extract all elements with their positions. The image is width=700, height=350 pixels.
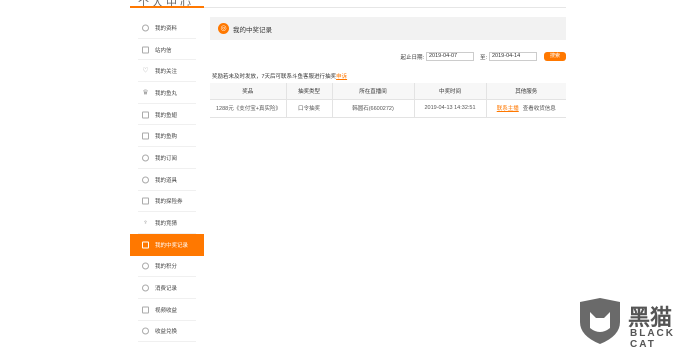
header-accent-bar: [130, 6, 204, 8]
table-row: 1288元《支付宝+真实险》 口令抽奖 韩圆石(6600272) 2019-04…: [210, 99, 566, 118]
sidebar-item-points[interactable]: 我的积分: [130, 256, 204, 278]
date-filter: 起止日期: 2019-04-07 至: 2019-04-14 搜索: [400, 52, 566, 61]
end-date-label: 至:: [479, 54, 487, 61]
sidebar-item-fins[interactable]: 我的鱼翅: [130, 104, 204, 126]
prize-records-table: 奖品 抽奖类型 所在直播间 中奖时间 其他服务 1288元《支付宝+真实险》 口…: [210, 83, 566, 118]
sidebar-item-guess[interactable]: ♆ 我的竞猜: [130, 212, 204, 234]
notice-text: 奖励若未及时发放，7天后可联系斗鱼客服进行抽奖申诉: [212, 72, 347, 80]
sidebar-item-messages[interactable]: 站内信: [130, 39, 204, 61]
sidebar-item-shopping[interactable]: 我的鱼购: [130, 125, 204, 148]
sidebar-item-fishballs[interactable]: ♛ 我的鱼丸: [130, 82, 204, 104]
heart-icon: ♡: [142, 67, 149, 75]
mail-icon: [142, 46, 149, 54]
main-content: ◎ 我的中奖记录 起止日期: 2019-04-07 至: 2019-04-14 …: [210, 17, 566, 118]
blackcat-watermark: 黑猫 BLACK CAT: [576, 298, 696, 350]
cell-service: 联系主播 查看收货信息: [485, 99, 566, 118]
sidebar-item-video-income[interactable]: 视频收益: [130, 299, 204, 321]
sidebar: 我的资料 站内信 ♡ 我的关注 ♛ 我的鱼丸 我的鱼翅 我的鱼购 我的订阅 我的道具…: [130, 17, 204, 343]
sidebar-item-subscriptions[interactable]: 我的订阅: [130, 147, 204, 169]
sidebar-item-label: 收益兑换: [155, 329, 178, 336]
sidebar-item-label: 我的道具: [155, 177, 178, 184]
sidebar-item-consumption[interactable]: 消费记录: [130, 277, 204, 299]
cell-time: 2019-04-13 14:32:51: [413, 99, 486, 118]
user-icon: [142, 24, 149, 32]
column-header-time: 中奖时间: [413, 83, 486, 100]
appeal-link[interactable]: 申诉: [336, 74, 347, 80]
page-title: 我的中奖记录: [233, 26, 272, 34]
sidebar-item-label: 消费记录: [155, 286, 178, 293]
end-date-input[interactable]: 2019-04-14: [489, 52, 537, 61]
search-button[interactable]: 搜索: [544, 52, 566, 61]
cell-prize: 1288元《支付宝+真实险》: [210, 99, 286, 118]
sidebar-item-label: 我的鱼翅: [155, 112, 178, 119]
watermark-logo-en: BLACK CAT: [630, 328, 675, 350]
sidebar-item-items[interactable]: 我的道具: [130, 169, 204, 191]
trophy-icon: ♆: [142, 219, 149, 227]
column-header-prize: 奖品: [210, 83, 286, 100]
sidebar-item-tickets[interactable]: 我的探险券: [130, 191, 204, 213]
blackcat-shield-icon: [580, 298, 620, 344]
sidebar-item-label: 我的鱼购: [155, 134, 178, 141]
start-date-input[interactable]: 2019-04-07: [425, 52, 474, 61]
page-header-strip: 个人中心: [130, 0, 566, 9]
table-header-row: 奖品 抽奖类型 所在直播间 中奖时间 其他服务: [210, 83, 566, 100]
video-icon: [142, 306, 149, 314]
sidebar-item-prize-records[interactable]: 我的中奖记录: [130, 233, 204, 256]
sidebar-item-label: 站内信: [155, 47, 172, 54]
sidebar-item-label: 我的鱼丸: [155, 90, 178, 97]
start-date-label: 起止日期:: [400, 54, 424, 61]
sidebar-item-label: 我的中奖记录: [155, 242, 189, 249]
cell-type: 口令抽奖: [285, 99, 332, 118]
page-header-title: 个人中心: [138, 0, 194, 9]
record-icon: [142, 284, 149, 292]
sidebar-item-label: 我的资料: [155, 25, 178, 32]
sidebar-item-label: 我的积分: [155, 264, 178, 271]
bag-icon: [142, 132, 149, 140]
notice-message: 奖励若未及时发放，7天后可联系斗鱼客服进行抽奖: [212, 74, 337, 80]
view-shipping-link[interactable]: 查看收货信息: [523, 106, 556, 112]
contact-streamer-link[interactable]: 联系主播: [497, 106, 519, 112]
sidebar-item-label: 我的探险券: [155, 199, 183, 206]
prize-icon: ◎: [218, 23, 229, 34]
sidebar-item-label: 我的订阅: [155, 155, 178, 162]
column-header-type: 抽奖类型: [285, 83, 332, 100]
sidebar-item-exchange[interactable]: 收益兑换: [130, 321, 204, 343]
cell-room: 韩圆石(6600272): [331, 99, 414, 118]
sidebar-item-label: 我的关注: [155, 69, 178, 76]
points-icon: [142, 262, 149, 270]
panel-header: ◎ 我的中奖记录: [210, 17, 566, 40]
sidebar-item-label: 视频收益: [155, 307, 178, 314]
sidebar-item-profile[interactable]: 我的资料: [130, 17, 204, 39]
gift-icon: [142, 176, 149, 184]
wallet-icon: [142, 111, 149, 119]
prize-icon: [142, 241, 149, 249]
column-header-service: 其他服务: [485, 83, 566, 100]
bell-icon: [142, 154, 149, 162]
column-header-room: 所在直播间: [331, 83, 414, 100]
crown-icon: ♛: [142, 89, 149, 97]
sidebar-item-label: 我的竞猜: [155, 221, 178, 228]
ticket-icon: [142, 197, 149, 205]
exchange-icon: [142, 327, 149, 335]
sidebar-item-follows[interactable]: ♡ 我的关注: [130, 60, 204, 83]
